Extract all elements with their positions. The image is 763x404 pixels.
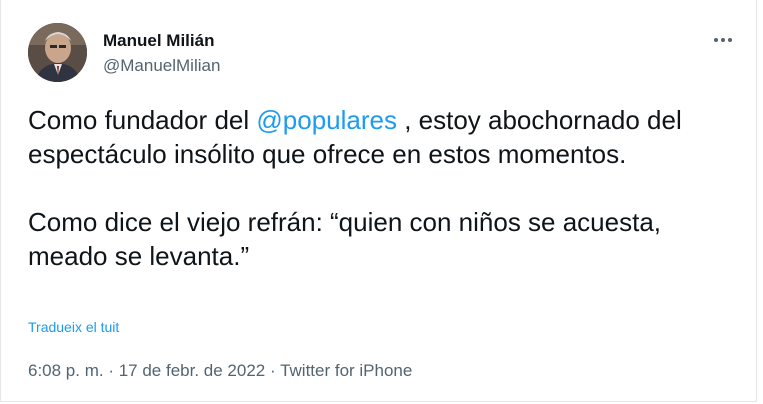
tweet-metadata: 6:08 p. m. · 17 de febr. de 2022 · Twitt… — [28, 361, 412, 381]
translate-tweet-link[interactable]: Tradueix el tuit — [28, 319, 119, 335]
meta-separator: · — [265, 361, 281, 380]
tweet-text-part: Como fundador del — [28, 105, 257, 135]
tweet-source[interactable]: Twitter for iPhone — [280, 361, 412, 380]
meta-separator: · — [103, 361, 119, 380]
more-horizontal-icon — [714, 38, 732, 42]
tweet-card: Manuel Milián @ManuelMilian Como fundado… — [0, 0, 757, 402]
author-handle[interactable]: @ManuelMilian — [103, 56, 220, 76]
tweet-date[interactable]: 17 de febr. de 2022 — [119, 361, 266, 380]
author-name[interactable]: Manuel Milián — [103, 31, 214, 51]
more-options-button[interactable] — [707, 28, 739, 52]
tweet-time[interactable]: 6:08 p. m. — [28, 361, 104, 380]
tweet-text: Como fundador del @populares , estoy abo… — [28, 103, 743, 273]
tweet-paragraph: Como fundador del @populares , estoy abo… — [28, 103, 743, 171]
mention-link[interactable]: @populares — [256, 105, 397, 135]
avatar[interactable] — [28, 23, 87, 82]
tweet-paragraph: Como dice el viejo refrán: “quien con ni… — [28, 207, 662, 271]
avatar-photo — [28, 23, 87, 82]
